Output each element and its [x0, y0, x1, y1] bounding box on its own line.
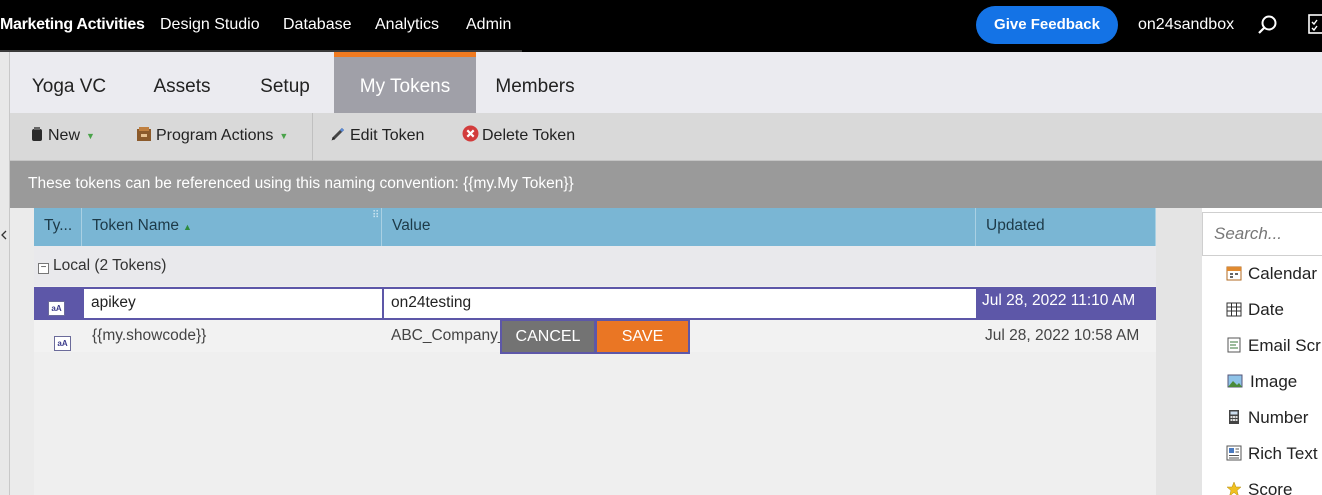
- tab-setup[interactable]: Setup: [236, 52, 334, 113]
- token-type-number[interactable]: Number: [1226, 408, 1308, 428]
- cancel-button[interactable]: CANCEL: [502, 321, 594, 352]
- token-value-input[interactable]: on24testing: [384, 289, 976, 318]
- token-type-date[interactable]: Date: [1226, 300, 1284, 320]
- sort-ascending-icon: ▲: [183, 222, 192, 232]
- delete-icon: [462, 125, 479, 142]
- new-icon: [32, 127, 42, 141]
- column-token-name[interactable]: Token Name ▲: [82, 208, 382, 246]
- tab-assets[interactable]: Assets: [128, 52, 236, 113]
- token-updated: Jul 28, 2022 11:10 AM: [982, 292, 1136, 309]
- pencil-icon: [331, 127, 345, 141]
- search-icon[interactable]: [1257, 14, 1279, 36]
- token-type-image[interactable]: Image: [1226, 372, 1297, 392]
- group-row-local[interactable]: − Local (2 Tokens): [34, 246, 1156, 286]
- user-account[interactable]: on24sandbox: [1138, 0, 1234, 50]
- calendar-icon: [1226, 266, 1242, 281]
- dropdown-arrow-icon: ▼: [86, 131, 95, 141]
- token-search-input[interactable]: Search...: [1202, 212, 1322, 256]
- calculator-icon: [1229, 410, 1239, 424]
- token-name: {{my.showcode}}: [92, 327, 207, 344]
- token-type-cell: aA: [54, 326, 84, 358]
- top-nav: Marketing Activities Design Studio Datab…: [0, 0, 1322, 52]
- column-token-name-label: Token Name: [92, 217, 180, 234]
- chevron-left-icon[interactable]: [0, 230, 8, 240]
- token-naming-info: These tokens can be referenced using thi…: [10, 161, 1322, 208]
- tokens-grid: Ty... Token Name ▲ ⠿ Value Updated − Local…: [34, 208, 1156, 495]
- delete-token-button[interactable]: Delete Token: [462, 113, 575, 161]
- tab-my-tokens[interactable]: My Tokens: [334, 52, 476, 113]
- email-script-icon: [1227, 337, 1241, 353]
- token-type-label: Score: [1248, 480, 1293, 495]
- token-type-label: Date: [1248, 300, 1284, 319]
- group-label: Local (2 Tokens): [53, 257, 167, 274]
- token-type-score[interactable]: Score: [1226, 480, 1292, 495]
- star-icon: [1226, 481, 1242, 495]
- tab-members[interactable]: Members: [476, 52, 594, 113]
- token-name-input[interactable]: apikey: [84, 289, 382, 318]
- program-actions-button[interactable]: Program Actions ▼: [136, 113, 288, 161]
- new-label: New: [48, 127, 81, 144]
- panel-gutter: [1156, 208, 1202, 495]
- grid-header: Ty... Token Name ▲ ⠿ Value Updated: [34, 208, 1156, 246]
- token-value: ABC_Company_: [391, 327, 501, 344]
- tab-yoga-vc[interactable]: Yoga VC: [10, 52, 128, 113]
- token-type-label: Number: [1248, 408, 1309, 427]
- column-updated[interactable]: Updated: [976, 208, 1156, 246]
- inline-edit-actions: CANCEL SAVE: [500, 319, 690, 354]
- token-types-panel: Search... Calendar Date Email Scr Image: [1202, 208, 1322, 495]
- token-type-label: Calendar: [1248, 264, 1317, 283]
- toolbar-divider: [312, 113, 313, 161]
- checklist-icon[interactable]: [1308, 14, 1322, 34]
- collapse-icon[interactable]: −: [38, 263, 49, 274]
- nav-database[interactable]: Database: [283, 0, 352, 52]
- column-type[interactable]: Ty...: [34, 208, 82, 246]
- delete-token-label: Delete Token: [482, 127, 576, 144]
- column-value[interactable]: Value: [382, 208, 976, 246]
- program-actions-label: Program Actions: [156, 127, 274, 144]
- new-button[interactable]: New ▼: [30, 113, 95, 161]
- date-grid-icon: [1226, 302, 1242, 317]
- text-token-icon: aA: [48, 301, 65, 316]
- dropdown-arrow-icon: ▼: [279, 131, 289, 141]
- nav-analytics[interactable]: Analytics: [375, 0, 439, 52]
- token-updated: Jul 28, 2022 10:58 AM: [985, 327, 1140, 344]
- token-type-calendar[interactable]: Calendar: [1226, 264, 1317, 284]
- image-icon: [1227, 374, 1243, 388]
- nav-admin[interactable]: Admin: [466, 0, 511, 52]
- left-collapse-gutter[interactable]: [0, 52, 10, 495]
- column-resize-handle[interactable]: ⠿: [372, 210, 379, 221]
- rich-text-icon: [1226, 445, 1242, 461]
- nav-marketing-activities[interactable]: Marketing Activities: [0, 0, 145, 52]
- edit-token-button[interactable]: Edit Token: [330, 113, 424, 161]
- text-token-icon: aA: [54, 336, 71, 351]
- token-type-label: Image: [1250, 372, 1298, 391]
- table-row[interactable]: aA apikey on24testing Jul 28, 2022 11:10…: [34, 287, 1156, 320]
- give-feedback-button[interactable]: Give Feedback: [976, 6, 1118, 44]
- save-button[interactable]: SAVE: [597, 321, 688, 352]
- token-type-rich-text[interactable]: Rich Text: [1226, 444, 1318, 464]
- edit-token-label: Edit Token: [350, 127, 425, 144]
- token-type-email-script[interactable]: Email Scr: [1226, 336, 1321, 356]
- token-type-label: Email Scr: [1248, 336, 1321, 355]
- toolbar: New ▼ Program Actions ▼ Edit Token Delete …: [10, 113, 1322, 161]
- nav-design-studio[interactable]: Design Studio: [160, 0, 260, 52]
- token-type-label: Rich Text: [1248, 444, 1318, 463]
- program-tabs: Yoga VC Assets Setup My Tokens Members: [10, 52, 1322, 113]
- program-actions-icon: [137, 127, 151, 141]
